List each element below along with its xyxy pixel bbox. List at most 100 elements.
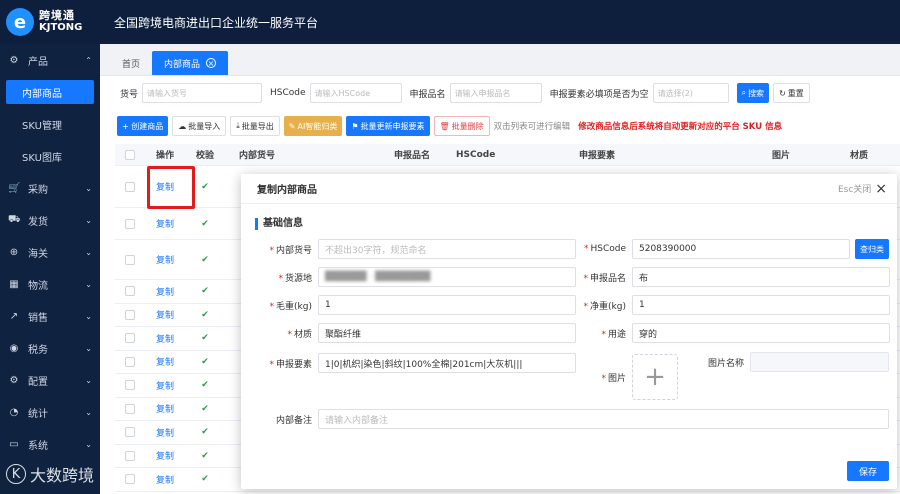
sidebar-item-8[interactable]: ◔ 统计 ⌄ — [0, 396, 100, 428]
sidebar-item-label: 产品 — [28, 56, 48, 68]
sidebar-item-0[interactable]: ⚙ 产品 ⌃ — [0, 44, 100, 76]
watermark-text: 大数跨境 — [30, 466, 95, 485]
copy-link[interactable]: 复制 — [145, 308, 185, 321]
copy-link[interactable]: 复制 — [145, 473, 185, 486]
refresh-icon: ↻ — [779, 88, 786, 98]
origin-input[interactable]: ██████ · ████████ — [318, 267, 576, 287]
sidebar-subitem-0-1[interactable]: SKU管理 — [0, 108, 100, 140]
copy-link[interactable]: 复制 — [145, 285, 185, 298]
sidebar-item-3[interactable]: ⊕ 海关 ⌄ — [0, 236, 100, 268]
stats-icon: ◔ — [9, 406, 19, 418]
elements-input[interactable]: 1|0|机织|染色|斜纹|100%全棉|201cm|大灰机||| — [318, 353, 576, 373]
copy-link[interactable]: 复制 — [145, 426, 185, 439]
image-name-input[interactable] — [750, 352, 889, 372]
tax-icon: ◉ — [9, 342, 19, 354]
tab-internal-products[interactable]: 内部商品 × — [152, 51, 229, 75]
row-checkbox[interactable] — [125, 474, 135, 485]
declare-name-row: * 申报品名 布 — [576, 267, 890, 287]
sidebar-item-4[interactable]: ▦ 物流 ⌄ — [0, 268, 100, 300]
copy-link[interactable]: 复制 — [145, 449, 185, 462]
reset-button[interactable]: ↻ 重置 — [773, 83, 810, 103]
sidebar-item-9[interactable]: ▭ 系统 ⌄ — [0, 428, 100, 460]
hscode-label: HSCode — [270, 88, 306, 98]
chevron-down-icon: ⌄ — [85, 247, 92, 257]
create-product-button[interactable]: + 创建商品 — [117, 116, 169, 136]
image-row: * 图片 — [601, 373, 626, 384]
logo[interactable]: e 跨境通 KJTONG — [0, 0, 104, 44]
batch-import-button[interactable]: ☁ 批量导入 — [172, 116, 227, 136]
sidebar-item-6[interactable]: ◉ 税务 ⌄ — [0, 332, 100, 364]
column-header: 操作 — [155, 151, 174, 161]
copy-product-dialog: 复制内部商品 Esc关闭 × 基础信息 * 内部货号 不超出30字符，规范命名 *… — [241, 174, 897, 489]
row-checkbox[interactable] — [125, 309, 135, 320]
copy-link[interactable]: 复制 — [145, 379, 185, 392]
check-icon: ✔ — [201, 380, 209, 391]
gross-weight-input[interactable]: 1 — [318, 295, 576, 315]
ai-classify-button[interactable]: ✎ AI智能归类 — [283, 116, 343, 136]
row-checkbox[interactable] — [125, 286, 135, 297]
copy-link[interactable]: 复制 — [145, 402, 185, 415]
row-checkbox[interactable] — [125, 254, 135, 265]
row-checkbox[interactable] — [125, 403, 135, 414]
search-button[interactable]: ⌕ 搜索 — [736, 83, 770, 103]
batch-delete-button[interactable]: 🗑 批量删除 — [433, 116, 490, 136]
logo-mark: e — [6, 8, 34, 36]
row-checkbox[interactable] — [125, 450, 135, 461]
column-header: 材质 — [850, 151, 869, 161]
remark-input[interactable]: 请输入内部备注 — [318, 409, 889, 429]
row-checkbox[interactable] — [125, 356, 135, 367]
material-label: 材质 — [293, 329, 312, 340]
material-input[interactable]: 聚酯纤维 — [318, 323, 576, 343]
internal-sku-input[interactable]: 不超出30字符，规范命名 — [318, 239, 576, 259]
top-bar: e 跨境通 KJTONG 全国跨境电商进出口企业统一服务平台 — [0, 0, 900, 44]
copy-link[interactable]: 复制 — [145, 217, 185, 230]
copy-link[interactable]: 复制 — [145, 253, 185, 266]
tab-home[interactable]: 首页 — [110, 51, 152, 75]
sidebar-item-5[interactable]: ↗ 销售 ⌄ — [0, 300, 100, 332]
image-upload[interactable]: + — [632, 354, 678, 400]
lookup-classification-button[interactable]: 查归类 — [855, 239, 889, 259]
select-all-checkbox[interactable] — [125, 149, 135, 160]
hscode-input[interactable]: 请输入HSCode — [309, 83, 402, 103]
sidebar-item-7[interactable]: ⚙ 配置 ⌄ — [0, 364, 100, 396]
sidebar-item-label: 发货 — [28, 216, 48, 228]
check-icon: ✔ — [201, 286, 209, 297]
row-checkbox[interactable] — [125, 181, 135, 192]
check-icon: ✔ — [201, 450, 209, 461]
column-header: 申报要素 — [579, 151, 616, 161]
warning-hint: 修改商品信息后系统将自动更新对应的平台 SKU 信息 — [578, 122, 783, 132]
chevron-down-icon: ⌄ — [85, 311, 92, 321]
batch-export-button[interactable]: ⤓ 批量导出 — [230, 116, 280, 136]
search-icon: ⌕ — [741, 88, 747, 97]
row-checkbox[interactable] — [125, 427, 135, 438]
close-icon[interactable]: × — [875, 182, 887, 196]
sidebar-item-label: 统计 — [28, 408, 48, 420]
customs-icon: ⊕ — [9, 246, 19, 258]
declare-name-field-input[interactable]: 布 — [632, 267, 890, 287]
save-button[interactable]: 保存 — [847, 461, 889, 481]
copy-link[interactable]: 复制 — [145, 355, 185, 368]
monitor-icon: ▭ — [9, 438, 19, 450]
row-checkbox[interactable] — [125, 333, 135, 344]
elements-label: 申报要素 — [275, 359, 312, 370]
table-header: 操作 校验 内部货号 申报品名 HSCode 申报要素 图片 材质 — [115, 144, 900, 166]
elements-required-select[interactable]: 请选择(2) — [652, 83, 729, 103]
import-icon: ☁ — [178, 121, 187, 131]
gear-icon: ⚙ — [9, 374, 19, 386]
tab-close-icon[interactable]: × — [206, 58, 217, 68]
chevron-down-icon: ⌄ — [85, 183, 92, 193]
row-checkbox[interactable] — [125, 380, 135, 391]
sidebar-subitem-0-2[interactable]: SKU图库 — [0, 140, 100, 172]
batch-update-elements-button[interactable]: ⚑ 批量更新申报要素 — [346, 116, 430, 136]
sidebar-subitem-0-0[interactable]: 内部商品 — [6, 80, 94, 104]
net-weight-input[interactable]: 1 — [632, 295, 890, 315]
row-checkbox[interactable] — [125, 218, 135, 229]
copy-link[interactable]: 复制 — [145, 332, 185, 345]
sku-input[interactable]: 请输入货号 — [142, 83, 263, 103]
sidebar-item-1[interactable]: 🛒 采购 ⌄ — [0, 172, 100, 204]
image-name-label: 图片名称 — [707, 358, 744, 369]
usage-input[interactable]: 穿的 — [632, 323, 890, 343]
sidebar-item-2[interactable]: ⛟ 发货 ⌄ — [0, 204, 100, 236]
declare-name-input[interactable]: 请输入申报品名 — [449, 83, 542, 103]
hscode-field-input[interactable]: 5208390000 — [632, 239, 850, 259]
